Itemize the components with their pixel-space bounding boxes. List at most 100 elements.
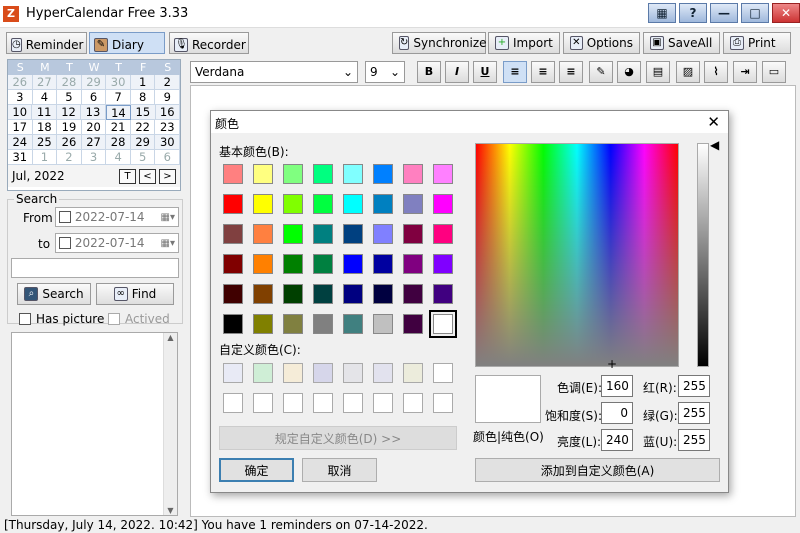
basic-color-swatch[interactable] [223,194,243,214]
basic-color-swatch[interactable] [253,254,273,274]
basic-color-swatch[interactable] [223,224,243,244]
calendar-day[interactable]: 9 [155,90,181,105]
basic-color-swatch[interactable] [343,314,363,334]
basic-color-swatch[interactable] [253,224,273,244]
basic-color-swatch[interactable] [433,254,453,274]
skin-icon[interactable]: ▦ [648,3,676,23]
basic-color-swatch[interactable] [283,164,303,184]
basic-color-swatch[interactable] [253,284,273,304]
custom-color-swatch[interactable] [403,393,423,413]
custom-color-swatch[interactable] [343,393,363,413]
ok-button[interactable]: 确定 [219,458,294,482]
custom-color-swatch[interactable] [433,363,453,383]
calendar-day[interactable]: 17 [8,120,33,135]
basic-color-swatch[interactable] [283,314,303,334]
calendar-day[interactable]: 21 [106,120,131,135]
size-select[interactable]: 9 ⌄ [365,61,405,83]
calendar-day[interactable]: 1 [32,150,58,165]
calendar-day[interactable]: 27 [81,135,107,150]
basic-color-swatch[interactable] [403,314,423,334]
basic-color-swatch[interactable] [373,314,393,334]
calendar-day[interactable]: 26 [8,75,33,90]
basic-color-swatch[interactable] [433,284,453,304]
basic-color-swatch[interactable] [343,254,363,274]
italic-button[interactable]: I [445,61,469,83]
to-checkbox[interactable] [59,237,71,249]
to-date-field[interactable]: 2022-07-14 ▦▾ [55,233,179,253]
close-button[interactable]: ✕ [772,3,800,23]
calendar-day[interactable]: 29 [81,75,107,90]
basic-color-swatch[interactable] [343,194,363,214]
calendar-day[interactable]: 12 [56,105,82,120]
basic-color-swatch[interactable] [313,224,333,244]
basic-color-swatch[interactable] [223,164,243,184]
calendar-day[interactable]: 26 [57,135,82,150]
calendar-day[interactable]: 28 [57,75,82,90]
basic-color-swatch[interactable] [373,164,393,184]
basic-color-swatch[interactable] [313,314,333,334]
basic-color-swatch[interactable] [253,194,273,214]
calendar-day[interactable]: 27 [32,75,58,90]
palette-icon[interactable]: ◕ [617,61,641,83]
basic-color-swatch[interactable] [429,310,457,338]
basic-color-swatch[interactable] [403,224,423,244]
calendar-day[interactable]: 28 [106,135,131,150]
highlight-icon[interactable]: ✎ [589,61,613,83]
search-text-input[interactable] [11,258,179,278]
luminance-input[interactable]: 240 [601,429,633,451]
basic-color-swatch[interactable] [343,224,363,244]
attachment-icon[interactable]: ⌇ [704,61,728,83]
calendar-day[interactable]: 15 [131,105,156,120]
custom-color-swatch[interactable] [223,393,243,413]
calendar-dropdown-icon[interactable]: ▦▾ [161,238,175,249]
calendar-day[interactable]: 11 [32,105,57,120]
custom-color-swatch[interactable] [283,393,303,413]
basic-color-swatch[interactable] [403,254,423,274]
basic-color-swatch[interactable] [313,164,333,184]
print-button[interactable]: ⎙ Print [723,32,791,54]
blue-input[interactable]: 255 [678,429,710,451]
basic-color-swatch[interactable] [283,194,303,214]
custom-color-swatch[interactable] [313,393,333,413]
bold-button[interactable]: B [417,61,441,83]
basic-color-swatch[interactable] [373,224,393,244]
next-month-button[interactable]: > [159,168,176,184]
calendar-day[interactable]: 22 [130,120,156,135]
crosshair-icon[interactable]: + [607,357,617,371]
help-icon[interactable]: ? [679,3,707,23]
basic-color-swatch[interactable] [343,284,363,304]
basic-color-swatch[interactable] [433,224,453,244]
basic-color-swatch[interactable] [313,194,333,214]
hue-input[interactable]: 160 [601,375,633,397]
basic-color-swatch[interactable] [253,314,273,334]
from-date-field[interactable]: 2022-07-14 ▦▾ [55,207,179,227]
calendar-dropdown-icon[interactable]: ▦▾ [161,212,175,223]
basic-color-swatch[interactable] [403,284,423,304]
basic-color-swatch[interactable] [373,194,393,214]
calendar-day[interactable]: 25 [32,135,58,150]
tab-diary[interactable]: ✎ Diary [89,32,165,54]
custom-color-swatch[interactable] [343,363,363,383]
find-button[interactable]: ∞ Find [96,283,174,305]
calendar-day[interactable]: 24 [8,135,33,150]
calendar-day[interactable]: 10 [8,105,33,120]
dialog-close-icon[interactable]: ✕ [707,113,720,131]
calendar-day[interactable]: 30 [106,75,131,90]
custom-color-swatch[interactable] [253,363,273,383]
underline-button[interactable]: U [473,61,497,83]
checkbox-box[interactable] [19,313,31,325]
minimize-button[interactable]: — [710,3,738,23]
checkbox-box[interactable] [108,313,120,325]
results-list[interactable]: ▲ ▼ [11,332,178,516]
today-button[interactable]: T [119,168,136,184]
maximize-button[interactable]: □ [741,3,769,23]
basic-color-swatch[interactable] [373,284,393,304]
basic-color-swatch[interactable] [283,254,303,274]
saturation-input[interactable]: 0 [601,402,633,424]
export-icon[interactable]: ⇥ [733,61,757,83]
calendar-day[interactable]: 16 [155,105,180,120]
luminance-arrow-icon[interactable]: ◀ [710,138,719,152]
basic-color-swatch[interactable] [253,164,273,184]
tab-reminder[interactable]: ◷ Reminder [6,32,87,54]
list-scrollbar[interactable]: ▲ ▼ [163,333,177,515]
